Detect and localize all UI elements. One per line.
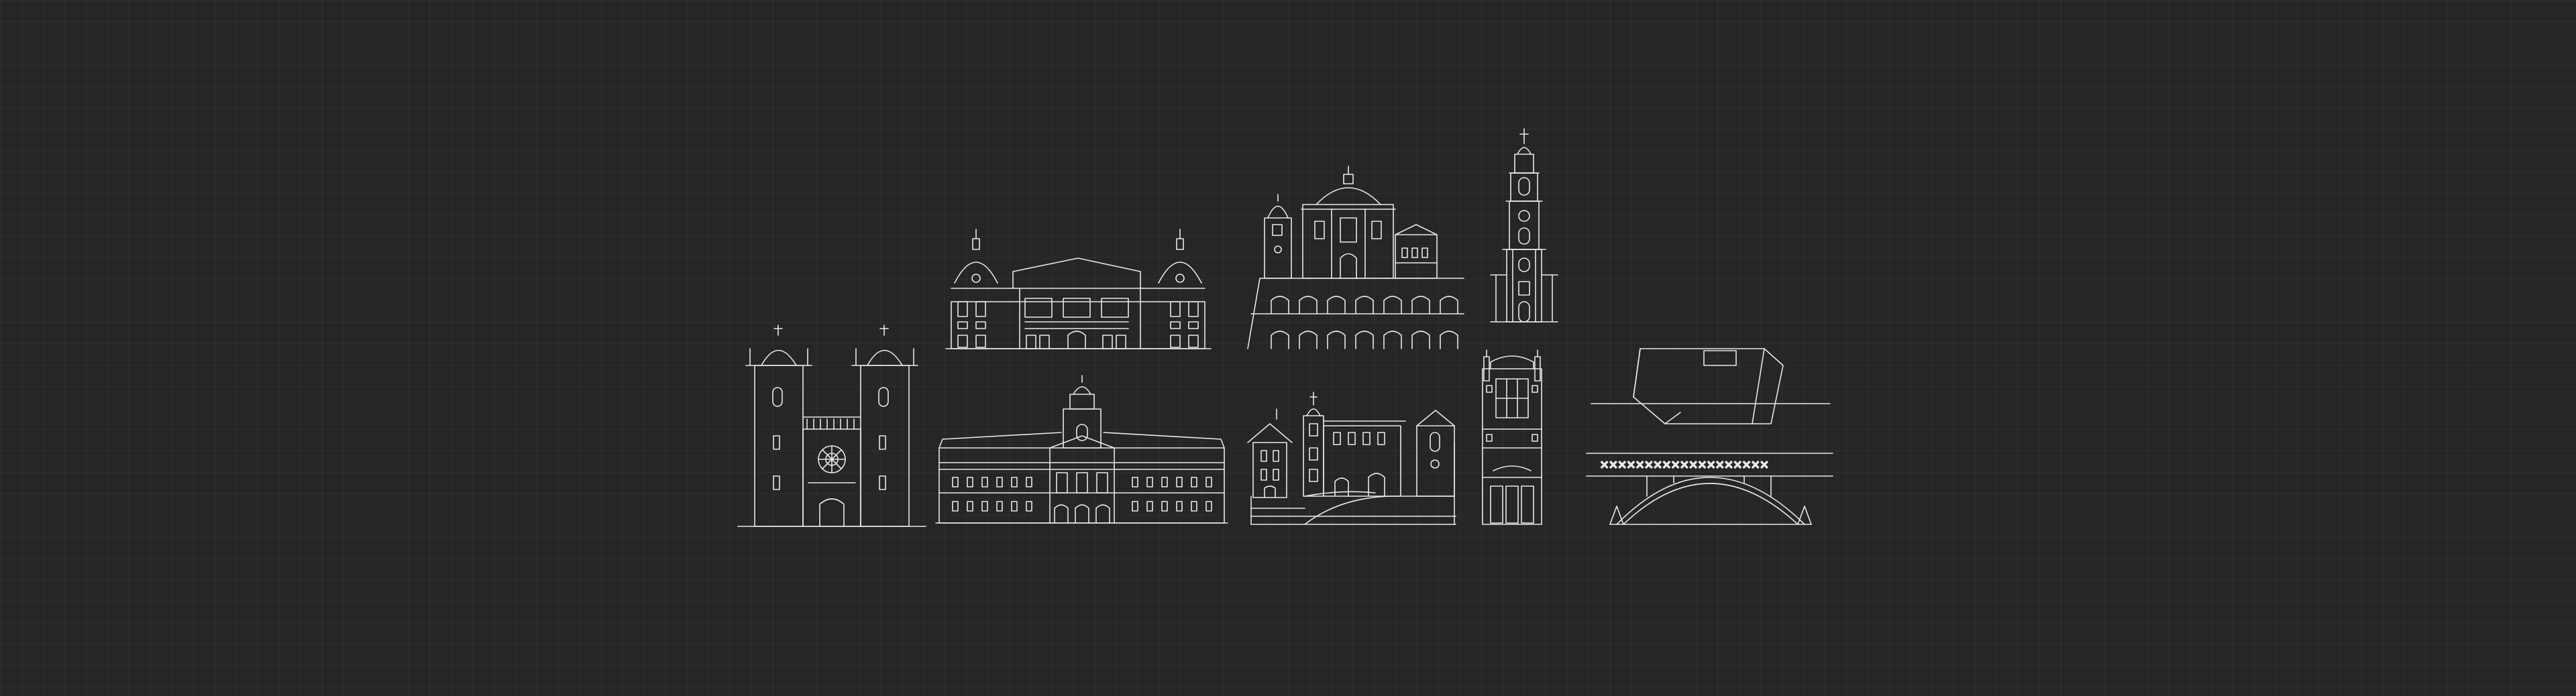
city-hall-landmark — [936, 375, 1228, 523]
church-terrace-landmark — [1248, 166, 1464, 349]
illustration-canvas: ××××××××××××××××××× — [0, 0, 2576, 696]
casa-da-musica-landmark — [1591, 349, 1830, 424]
palace-upper-left-landmark — [946, 229, 1211, 349]
church-complex-landmark — [1248, 392, 1456, 524]
cathedral-landmark — [738, 325, 926, 526]
bridge-truss-pattern: ××××××××××××××××××× — [1600, 457, 1769, 473]
market-building-landmark — [1483, 350, 1542, 524]
clerigos-tower-landmark — [1491, 129, 1558, 322]
landmarks-illustration: ××××××××××××××××××× — [0, 0, 2576, 696]
dom-luis-bridge-landmark: ××××××××××××××××××× — [1587, 453, 1833, 524]
